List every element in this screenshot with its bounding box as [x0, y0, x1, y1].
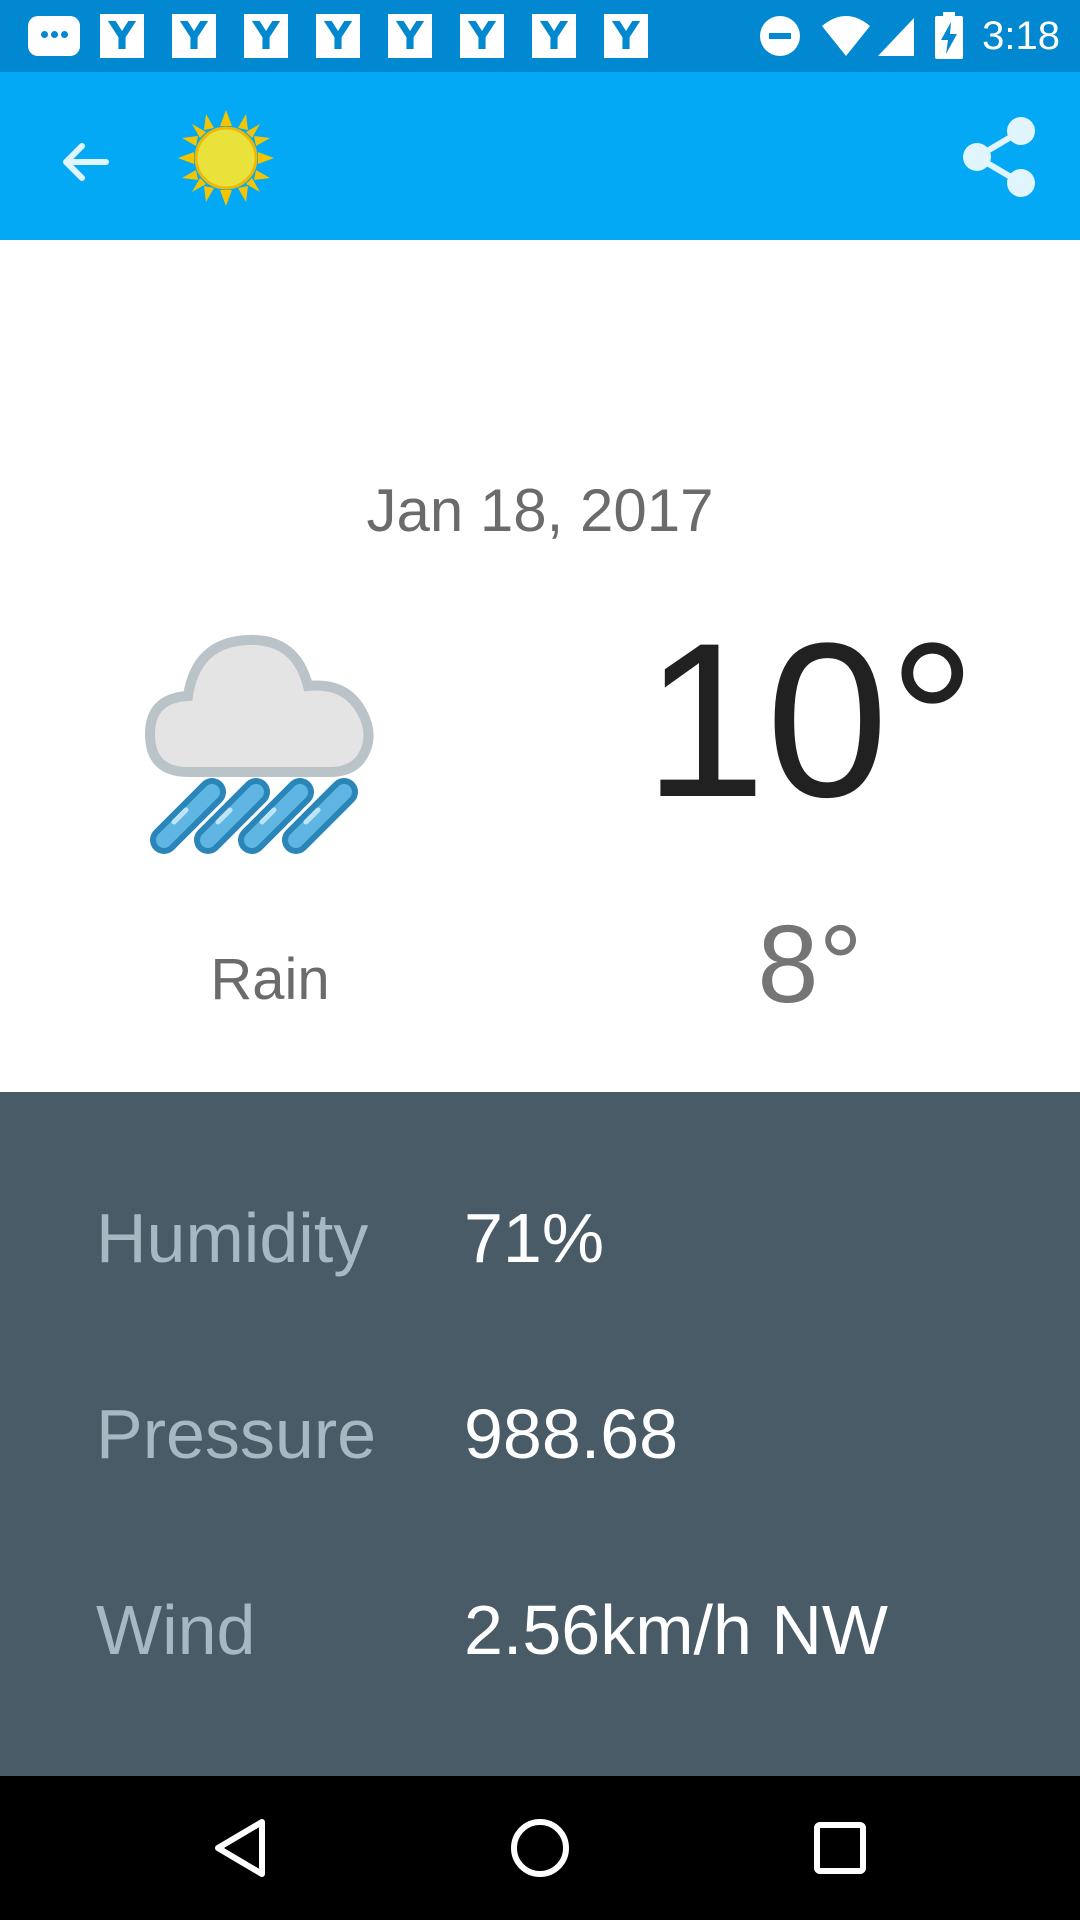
y-notification-icon: Y — [388, 14, 432, 58]
cell-signal-icon — [876, 14, 916, 58]
arrow-back-icon — [63, 143, 109, 181]
y-notification-icon: Y — [100, 14, 144, 58]
rain-cloud-icon — [140, 612, 400, 862]
chat-notification-icon — [28, 16, 80, 56]
low-temperature: 8° — [757, 903, 863, 1026]
battery-charging-icon — [934, 12, 964, 60]
notification-icons: Y Y Y Y Y Y Y Y — [28, 14, 676, 58]
y-notification-icon: Y — [316, 14, 360, 58]
y-notification-icon: Y — [604, 14, 648, 58]
humidity-value: 71% — [464, 1199, 605, 1277]
wind-value: 2.56km/h NW — [464, 1591, 888, 1669]
system-icons: 3:18 — [740, 12, 1060, 60]
forecast-panel: Jan 18, 2017 Rain 10° 8° — [0, 240, 1080, 1092]
weather-condition: Rain — [210, 947, 330, 1012]
high-temperature: 10° — [643, 597, 977, 843]
wind-row: Wind 2.56km/h NW — [96, 1590, 1056, 1680]
humidity-row: Humidity 71% — [96, 1198, 1056, 1288]
weather-details: Humidity 71% Pressure 988.68 Wind 2.56km… — [0, 1092, 1080, 1776]
y-notification-icon: Y — [172, 14, 216, 58]
status-bar: Y Y Y Y Y Y Y Y 3:18 — [0, 0, 1080, 72]
pressure-value: 988.68 — [464, 1395, 679, 1473]
app-bar — [0, 72, 1080, 240]
y-notification-icon: Y — [244, 14, 288, 58]
pressure-row: Pressure 988.68 — [96, 1394, 1056, 1484]
share-button[interactable] — [954, 112, 1044, 202]
status-time: 3:18 — [982, 13, 1060, 58]
nav-back-icon — [215, 1819, 265, 1877]
y-notification-icon: Y — [460, 14, 504, 58]
nav-home-button[interactable] — [500, 1808, 580, 1888]
sun-logo-icon — [176, 108, 276, 208]
nav-back-button[interactable] — [200, 1808, 280, 1888]
navigation-bar — [0, 1776, 1080, 1920]
share-icon — [963, 117, 1035, 197]
nav-recents-icon — [814, 1822, 866, 1874]
humidity-label: Humidity — [96, 1199, 369, 1277]
nav-recents-button[interactable] — [800, 1808, 880, 1888]
pressure-label: Pressure — [96, 1395, 377, 1473]
wind-label: Wind — [96, 1591, 256, 1669]
nav-home-icon — [511, 1819, 569, 1877]
forecast-date: Jan 18, 2017 — [366, 477, 714, 544]
wifi-icon — [820, 14, 872, 58]
do-not-disturb-icon — [758, 14, 802, 58]
y-notification-icon: Y — [532, 14, 576, 58]
back-button[interactable] — [44, 122, 124, 202]
